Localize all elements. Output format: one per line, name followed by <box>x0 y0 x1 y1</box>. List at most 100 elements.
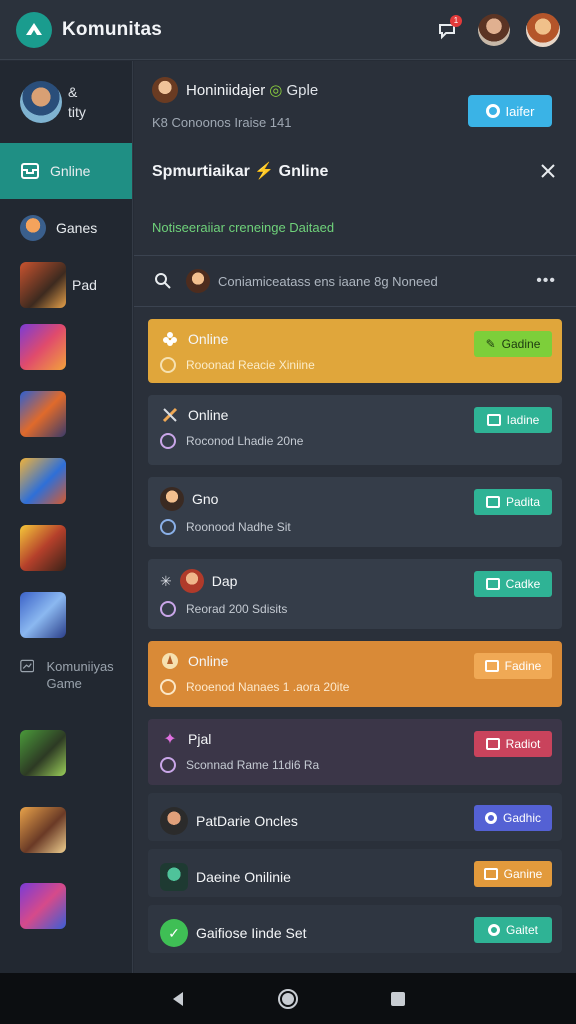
game-thumbnail <box>20 457 66 504</box>
profile-line2: tity <box>68 104 86 120</box>
sidebar-game-tile[interactable] <box>0 514 132 581</box>
notification-badge: 1 <box>450 14 462 27</box>
sidebar-game-tile[interactable] <box>0 792 132 868</box>
profile-line1: & <box>68 84 78 100</box>
item-title: Gno <box>192 491 219 507</box>
row-action-button[interactable]: Gadhic <box>474 805 552 831</box>
item-avatar <box>179 569 204 593</box>
sidebar-game-tile[interactable] <box>0 380 132 447</box>
sidebar-section[interactable]: Komuniiyas Game <box>0 648 132 714</box>
flower-icon <box>160 329 180 349</box>
item-action-label: Radiot <box>505 737 541 751</box>
game-thumbnail <box>20 323 66 370</box>
status-ring-icon <box>160 357 176 373</box>
close-icon[interactable] <box>540 163 556 179</box>
item-title: Pjal <box>188 731 212 747</box>
sparkle-icon: ✳ <box>160 572 172 589</box>
search-avatar <box>186 269 210 293</box>
item-action-button[interactable]: Fadine <box>474 653 552 679</box>
more-options-icon[interactable]: ••• <box>536 272 556 290</box>
item-action-button[interactable]: Cadke <box>474 571 552 597</box>
game-thumbnail <box>20 591 66 638</box>
sidebar-item-label: Gnline <box>50 163 91 179</box>
list-item[interactable]: Online Rooenod Nanaes 1 .aora 20ite Fadi… <box>148 641 562 707</box>
friend-avatar[interactable] <box>478 13 510 46</box>
item-action-button[interactable]: Padita <box>474 489 552 515</box>
item-action-button[interactable]: Radiot <box>474 731 552 757</box>
item-action-button[interactable]: Iadine <box>474 407 552 433</box>
circle-icon <box>485 104 500 118</box>
sidebar-item-pad[interactable]: Pad <box>0 257 132 313</box>
compass-icon <box>160 651 180 671</box>
item-action-button[interactable]: ✎ Gadine <box>474 331 552 357</box>
status-ring-icon <box>160 601 176 617</box>
notifications-button[interactable]: 1 <box>432 14 462 45</box>
list-item[interactable]: ✳ Dap Reorad 200 Sdisits Cadke <box>148 559 562 629</box>
checkbox-icon <box>484 660 499 672</box>
row-avatar: ✓ <box>160 919 188 947</box>
row-action-button[interactable]: Ganine <box>474 861 552 887</box>
checkbox-icon <box>485 496 500 508</box>
search-icon[interactable] <box>154 272 172 290</box>
sidebar-item-label: Pad <box>72 277 97 293</box>
game-thumbnail <box>20 807 66 853</box>
sidebar-game-tile[interactable] <box>0 714 132 792</box>
item-subtitle: Sconnad Rame 11di6 Ra <box>186 758 320 772</box>
main-panel: Honiniidajer ◎ Gple K8 Conoonos Iraise 1… <box>134 61 576 973</box>
circle-icon <box>487 924 500 936</box>
sidebar-game-tile[interactable] <box>0 447 132 514</box>
search-bar[interactable]: Coniamiceatass ens iaane 8g Noneed ••• <box>134 255 576 307</box>
system-nav-bar <box>0 973 576 1024</box>
games-avatar <box>20 215 46 241</box>
list-row[interactable]: PatDarie Oncles Gadhic <box>148 793 562 841</box>
row-avatar <box>160 863 188 891</box>
list-item[interactable]: Online Rooonad Reacie Xiniine ✎ Gadine <box>148 319 562 383</box>
app-title: Komunitas <box>62 18 162 40</box>
contact-name: Honiniidajer <box>186 81 266 99</box>
list-row[interactable]: ✓ Gaifiose Iinde Set Gaitet <box>148 905 562 953</box>
sidebar-game-tile[interactable] <box>0 581 132 648</box>
section-header: Spmurtiaikar ⚡ Gnline <box>134 143 576 199</box>
activity-list: Online Rooonad Reacie Xiniine ✎ Gadine O… <box>134 319 576 953</box>
back-icon[interactable] <box>169 990 187 1008</box>
status-ring-icon <box>160 519 176 535</box>
row-action-label: Gadhic <box>502 811 542 825</box>
sidebar-profile[interactable]: & tity <box>0 61 132 143</box>
header-action-button[interactable]: Iaifer <box>468 95 552 127</box>
search-query: Coniamiceatass ens iaane 8g Noneed <box>218 273 438 289</box>
header-action-label: Iaifer <box>505 103 535 119</box>
item-subtitle: Roconod Lhadie 20ne <box>186 434 304 448</box>
list-item[interactable]: ✦ Pjal Sconnad Rame 11di6 Ra Radiot <box>148 719 562 785</box>
user-avatar[interactable] <box>526 12 560 47</box>
item-title: Dap <box>211 573 238 589</box>
recents-icon[interactable] <box>389 990 407 1008</box>
sidebar-game-tile[interactable] <box>0 868 132 944</box>
row-action-button[interactable]: Gaitet <box>474 917 552 943</box>
list-item[interactable]: Online Roconod Lhadie 20ne Iadine <box>148 395 562 465</box>
sidebar-game-tile[interactable] <box>0 313 132 380</box>
row-title: PatDarie Oncles <box>196 813 298 829</box>
sidebar-section-label: Komuniiyas Game <box>46 659 114 691</box>
chat-header: Honiniidajer ◎ Gple K8 Conoonos Iraise 1… <box>134 61 576 143</box>
profile-avatar <box>20 81 62 123</box>
list-item[interactable]: Gno Roonood Nadhe Sit Padita <box>148 477 562 547</box>
sidebar: & tity Gnline Ganes Pad Komuniiyas Game <box>0 61 133 973</box>
item-action-label: Gadine <box>501 337 541 351</box>
contact-avatar[interactable] <box>152 77 178 103</box>
contact-tag: ◎ Gple <box>269 82 319 99</box>
sidebar-item-online[interactable]: Gnline <box>0 143 132 199</box>
home-icon[interactable] <box>277 988 299 1010</box>
item-subtitle: Roonood Nadhe Sit <box>186 520 291 534</box>
item-action-label: Iadine <box>506 413 540 427</box>
item-title: Online <box>188 331 229 347</box>
item-title: Online <box>188 653 229 669</box>
row-action-label: Gaitet <box>505 923 538 937</box>
list-row[interactable]: Daeine Onilinie Ganine <box>148 849 562 897</box>
status-ring-icon <box>160 679 176 695</box>
circle-icon <box>484 812 497 824</box>
item-avatar <box>160 487 184 511</box>
sidebar-item-games[interactable]: Ganes <box>0 199 132 257</box>
app-logo-icon[interactable] <box>16 11 52 48</box>
row-avatar <box>160 807 188 835</box>
item-subtitle: Reorad 200 Sdisits <box>186 602 288 616</box>
